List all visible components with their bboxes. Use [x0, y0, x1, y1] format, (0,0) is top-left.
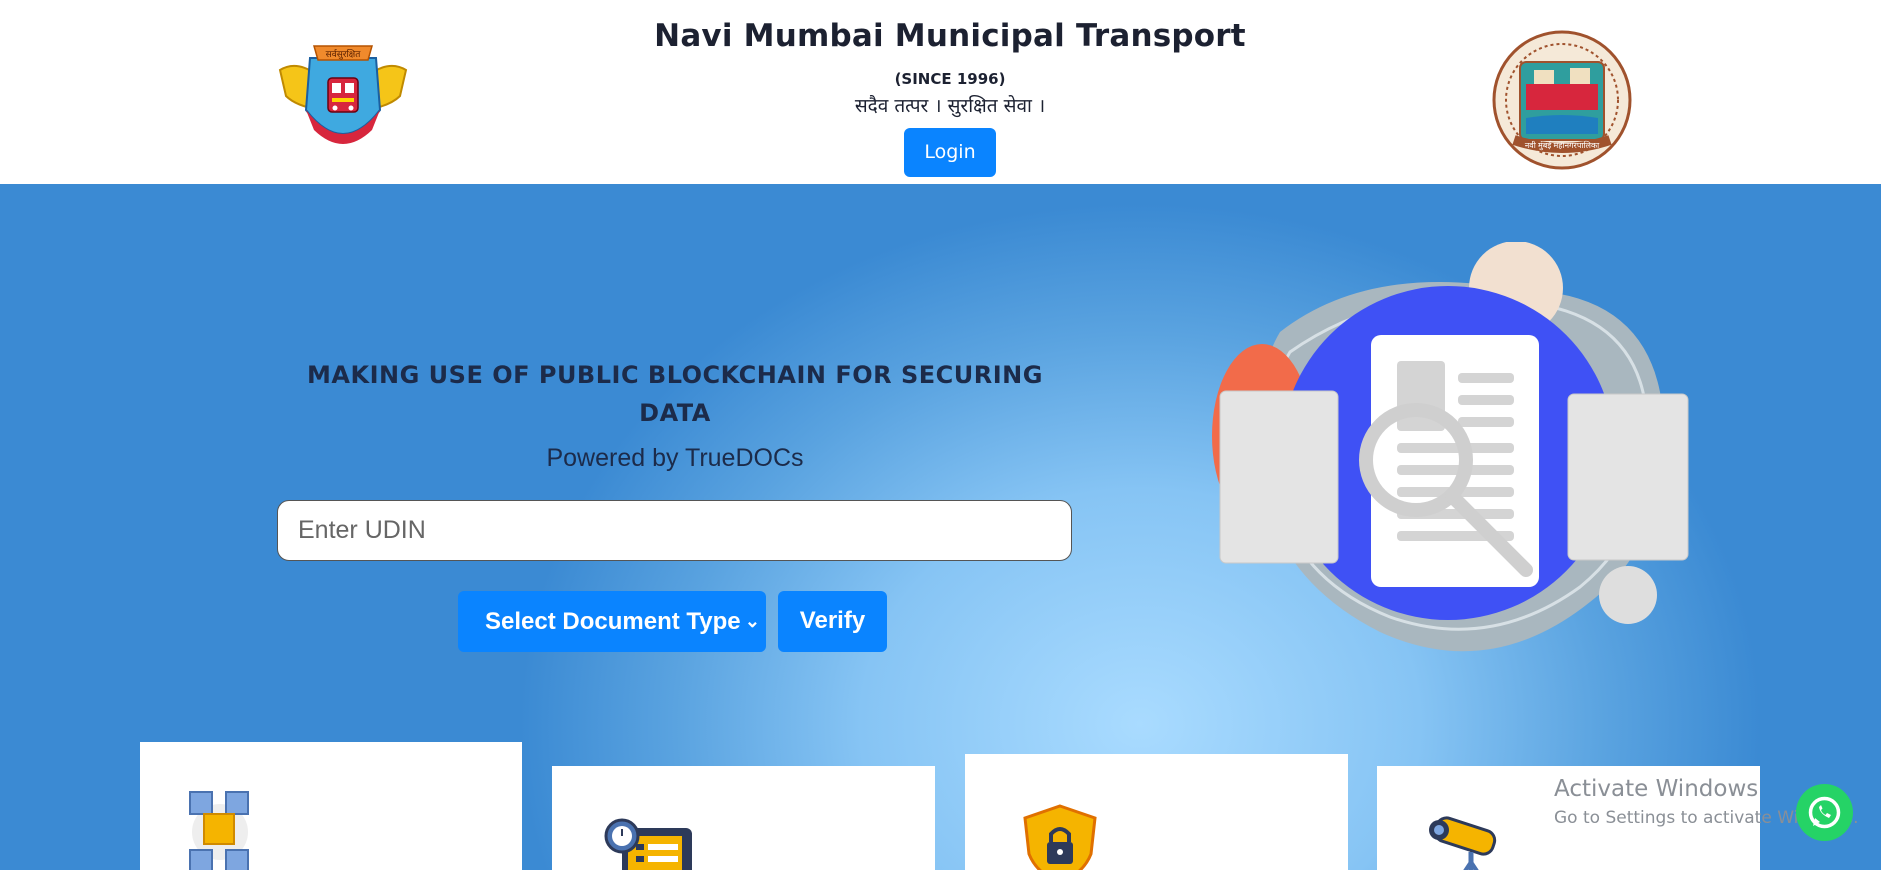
site-title: Navi Mumbai Municipal Transport	[654, 18, 1246, 54]
verify-button[interactable]: Verify	[778, 591, 887, 652]
login-button[interactable]: Login	[904, 128, 996, 177]
blockchain-cubes-icon	[189, 791, 249, 870]
shield-lock-icon	[1023, 804, 1097, 870]
nmmc-emblem-logo: नवी मुंबई महानगरपालिका	[1490, 28, 1634, 172]
powered-by-text: Powered by TrueDOCs	[546, 444, 804, 472]
logo-left-text: सर्वसुरक्षित	[326, 48, 362, 60]
document-search-illustration	[1190, 241, 1710, 662]
clock-checklist-icon	[604, 818, 692, 870]
hero-title: MAKING USE OF PUBLIC BLOCKCHAIN FOR SECU…	[307, 361, 1043, 427]
chevron-down-icon: ⌄	[744, 611, 760, 631]
motto-text: सदैव तत्पर । सुरक्षित सेवा ।	[854, 95, 1046, 117]
feature-card	[965, 754, 1348, 870]
nmmt-logo: सर्वसुरक्षित	[276, 40, 410, 158]
feature-card	[140, 742, 522, 870]
logo-right-text: नवी मुंबई महानगरपालिका	[1525, 140, 1600, 151]
site-header: सर्वसुरक्षित Navi Mumbai Municipal Trans…	[0, 0, 1881, 184]
document-type-select-label: Select Document Type	[485, 608, 741, 635]
whatsapp-chat-button[interactable]	[1796, 784, 1853, 841]
hero-section: MAKING USE OF PUBLIC BLOCKCHAIN FOR SECU…	[0, 184, 1881, 870]
udin-input[interactable]	[277, 500, 1072, 561]
document-type-select[interactable]: Select Document Type ⌄	[458, 591, 766, 652]
title-block: Navi Mumbai Municipal Transport (SINCE 1…	[560, 18, 1340, 177]
whatsapp-icon	[1808, 796, 1841, 829]
telescope-icon	[1429, 816, 1497, 870]
feature-card	[552, 766, 935, 870]
since-text: (SINCE 1996)	[894, 70, 1006, 88]
